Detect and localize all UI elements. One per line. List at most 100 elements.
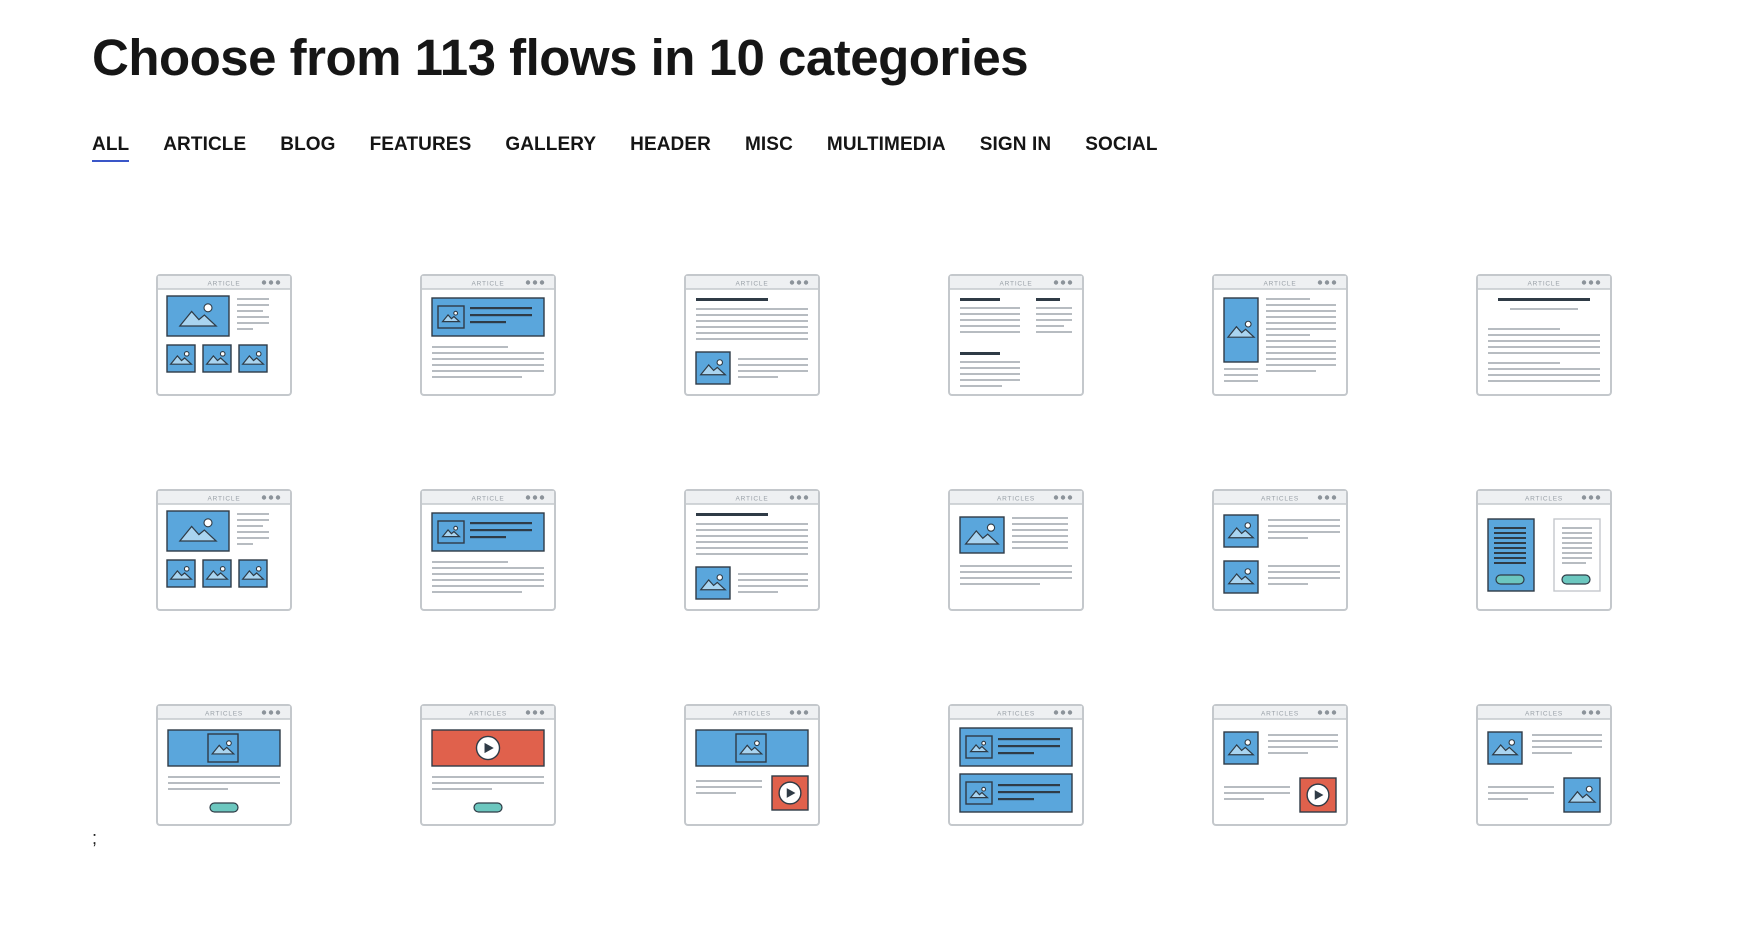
text-line: [1266, 334, 1310, 336]
image-placeholder-icon: [695, 566, 731, 600]
browser-window-icon: ARTICLES: [948, 704, 1084, 826]
text-line: [432, 561, 508, 563]
text-line: [1224, 792, 1290, 794]
text-line: [1268, 525, 1340, 527]
text-line: [960, 571, 1072, 573]
text-line: [1494, 532, 1526, 534]
text-line: [1266, 364, 1336, 366]
text-line: [1510, 308, 1578, 310]
window-dot-icon: [525, 495, 531, 500]
flow-thumbnail-card[interactable]: ARTICLE: [948, 274, 1084, 396]
window-title-label: ARTICLE: [1000, 281, 1033, 288]
browser-window-icon: ARTICLE: [684, 489, 820, 611]
flow-thumbnail-card[interactable]: ARTICLE: [1212, 274, 1348, 396]
text-line: [960, 361, 1020, 363]
window-dot-icon: [268, 495, 274, 500]
flow-thumbnail-card[interactable]: ARTICLE: [156, 274, 292, 396]
flow-thumbnail-card[interactable]: ARTICLES: [948, 489, 1084, 611]
image-frame: [1223, 731, 1259, 765]
text-line: [1562, 537, 1592, 539]
text-line: [1562, 532, 1592, 534]
text-line: [1488, 380, 1600, 382]
text-line: [1266, 370, 1316, 372]
image-frame: [965, 781, 993, 805]
image-frame: [166, 295, 230, 337]
text-line: [1488, 352, 1600, 354]
flow-thumbnail-card[interactable]: ARTICLES: [684, 704, 820, 826]
sun-shape: [986, 523, 996, 532]
text-line: [1012, 523, 1068, 525]
text-line: [696, 308, 808, 310]
flow-thumbnail-card[interactable]: ARTICLES: [420, 704, 556, 826]
image-placeholder-icon: [166, 510, 230, 552]
window-dot-icon: [275, 710, 281, 715]
flow-thumbnail-card[interactable]: ARTICLES: [1476, 704, 1612, 826]
flow-thumbnail-card[interactable]: ARTICLES: [1212, 489, 1348, 611]
text-line: [237, 298, 269, 300]
window-title-label: ARTICLE: [472, 281, 505, 288]
window-dot-icon: [1588, 710, 1594, 715]
window-title-label: ARTICLE: [208, 496, 241, 503]
image-placeholder-icon: [1563, 777, 1601, 813]
sun-shape: [183, 565, 190, 572]
browser-window-icon: ARTICLE: [684, 274, 820, 396]
text-line: [738, 364, 808, 366]
window-dot-icon: [261, 280, 267, 285]
window-dot-icon: [1331, 495, 1337, 500]
flow-thumbnail-card[interactable]: ARTICLE: [420, 489, 556, 611]
flow-thumbnail-card[interactable]: ARTICLE: [420, 274, 556, 396]
text-line: [1266, 346, 1336, 348]
text-line: [960, 385, 1002, 387]
window-title-label: ARTICLE: [472, 496, 505, 503]
text-line: [696, 523, 808, 525]
flow-thumbnail-card[interactable]: ARTICLE: [684, 489, 820, 611]
text-line: [1268, 583, 1308, 585]
sun-shape: [219, 565, 226, 572]
flow-thumbnail-card[interactable]: ARTICLES: [1476, 489, 1612, 611]
text-line: [1488, 340, 1600, 342]
image-frame: [1223, 560, 1259, 594]
text-line: [696, 780, 762, 782]
text-line: [1494, 542, 1526, 544]
text-line: [1224, 368, 1258, 370]
text-line: [1012, 517, 1068, 519]
window-dot-icon: [539, 495, 545, 500]
image-placeholder-icon: [238, 344, 268, 373]
text-line: [1266, 304, 1336, 306]
text-line: [1224, 380, 1258, 382]
window-dot-icon: [1595, 710, 1601, 715]
window-dot-icon: [1317, 280, 1323, 285]
text-line: [237, 519, 269, 521]
text-line: [1532, 752, 1572, 754]
window-dot-icon: [268, 710, 274, 715]
flow-thumbnail-card[interactable]: ARTICLE: [156, 489, 292, 611]
text-line: [432, 567, 544, 569]
window-dot-icon: [1324, 710, 1330, 715]
headline-line: [1036, 298, 1060, 301]
flow-thumbnail-card[interactable]: ARTICLES: [948, 704, 1084, 826]
text-line: [1488, 792, 1554, 794]
flow-thumbnail-card[interactable]: ARTICLE: [1476, 274, 1612, 396]
text-line: [1266, 322, 1336, 324]
window-dot-icon: [803, 495, 809, 500]
headline-line: [696, 513, 768, 516]
window-dot-icon: [1053, 495, 1059, 500]
text-line: [1494, 557, 1526, 559]
window-dot-icon: [261, 495, 267, 500]
window-dot-icon: [796, 710, 802, 715]
text-line: [960, 313, 1020, 315]
text-line: [1488, 362, 1560, 364]
text-line: [696, 786, 762, 788]
window-dot-icon: [1317, 495, 1323, 500]
image-frame: [965, 735, 993, 759]
text-line: [1266, 352, 1336, 354]
flow-thumbnail-card[interactable]: ARTICLES: [156, 704, 292, 826]
text-line: [738, 376, 778, 378]
window-title-label: ARTICLE: [736, 496, 769, 503]
headline-line: [1498, 298, 1590, 301]
flow-thumbnail-card[interactable]: ARTICLES: [1212, 704, 1348, 826]
flow-thumbnail-card[interactable]: ARTICLE: [684, 274, 820, 396]
image-frame: [1487, 731, 1523, 765]
text-line: [1268, 519, 1340, 521]
text-line: [168, 782, 280, 784]
